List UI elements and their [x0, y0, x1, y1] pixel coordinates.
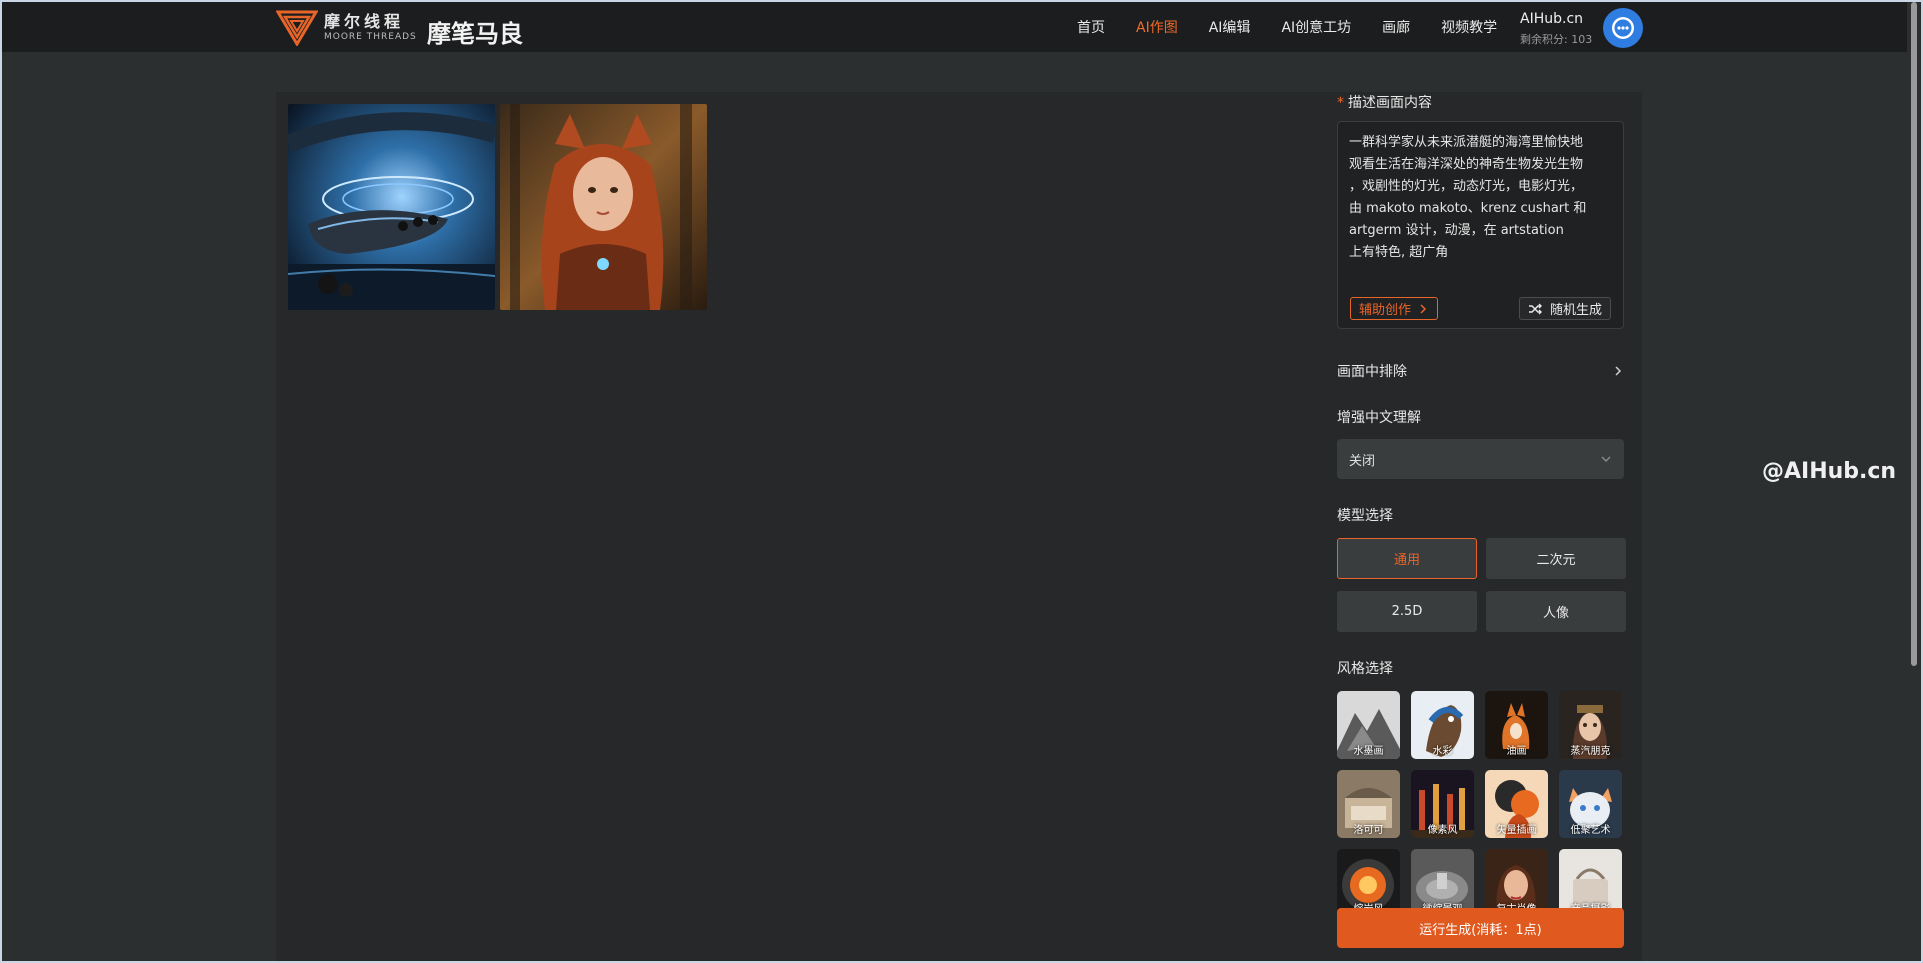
style-label-steampunk: 蒸汽朋克 [1570, 746, 1611, 757]
shuffle-icon [1528, 303, 1542, 314]
style-lava[interactable]: 熔岩风 [1337, 849, 1400, 911]
model-section: 模型选择 通用 二次元 2.5D 人像 [1337, 505, 1626, 632]
style-ink-painting[interactable]: 水墨画 [1337, 691, 1400, 759]
style-scroll-area[interactable]: 水墨画 水彩 油画 蒸汽朋克 洛可可 像素风 矢量插画 低聚艺术 [1337, 691, 1624, 911]
nav-gallery[interactable]: 画廊 [1382, 17, 1410, 37]
result-image-fox-girl[interactable] [500, 104, 707, 310]
nav-ai-edit[interactable]: AI编辑 [1209, 17, 1251, 37]
brand-title: 摩笔马良 [427, 20, 523, 48]
style-label-vector: 矢量插画 [1496, 825, 1537, 836]
style-oil-painting[interactable]: 油画 [1485, 691, 1548, 759]
model-options: 通用 二次元 2.5D 人像 [1337, 538, 1626, 632]
nav-video-tutorial[interactable]: 视频教学 [1441, 17, 1497, 37]
chevron-right-icon [1615, 366, 1622, 376]
random-generate-button[interactable]: 随机生成 [1518, 297, 1611, 320]
result-image-submarine[interactable] [288, 104, 495, 310]
logo-triangle-icon [276, 10, 318, 46]
settings-panel: * 描述画面内容 一群科学家从未来派潜艇的海湾里愉快地 观看生活在海洋深处的神奇生… [1337, 92, 1626, 911]
prompt-textarea[interactable]: 一群科学家从未来派潜艇的海湾里愉快地 观看生活在海洋深处的神奇生物发光生物 ，戏… [1337, 121, 1624, 329]
user-name: AIHub.cn [1520, 11, 1584, 27]
style-label-rococo: 洛可可 [1353, 825, 1384, 836]
style-rococo[interactable]: 洛可可 [1337, 770, 1400, 838]
style-miniature[interactable]: 微缩景观 [1411, 849, 1474, 911]
style-label-oil: 油画 [1506, 746, 1527, 757]
fox-girl-image [500, 104, 707, 310]
logo-en-text: MOORE THREADS [324, 32, 417, 42]
enhance-section: 增强中文理解 关闭 [1337, 407, 1624, 479]
random-generate-label: 随机生成 [1549, 303, 1602, 318]
exclude-row[interactable]: 画面中排除 [1337, 361, 1624, 381]
style-watercolor[interactable]: 水彩 [1411, 691, 1474, 759]
moore-threads-logo[interactable]: 摩尔线程 MOORE THREADS [276, 10, 417, 46]
run-generate-button[interactable]: 运行生成(消耗：1点) [1337, 908, 1624, 948]
style-retro-portrait[interactable]: 复古肖像 [1485, 849, 1548, 911]
style-low-poly[interactable]: 低聚艺术 [1559, 770, 1622, 838]
submarine-image [288, 104, 495, 310]
main-nav: 首页 AI作图 AI编辑 AI创意工坊 画廊 视频教学 [1077, 2, 1528, 52]
logo-cn-text: 摩尔线程 [324, 12, 405, 31]
page-scrollbar-thumb[interactable] [1911, 2, 1917, 666]
style-pixel[interactable]: 像素风 [1411, 770, 1474, 838]
model-2-5d-button[interactable]: 2.5D [1337, 591, 1477, 632]
user-info[interactable]: AIHub.cn 剩余积分: 103 [1520, 10, 1592, 47]
chat-bot-avatar[interactable] [1603, 8, 1643, 48]
model-anime-button[interactable]: 二次元 [1486, 538, 1626, 579]
style-vector[interactable]: 矢量插画 [1485, 770, 1548, 838]
enhance-label: 增强中文理解 [1337, 410, 1421, 426]
style-label-watercolor: 水彩 [1432, 746, 1453, 757]
watermark: @AIHub.cn [1762, 459, 1897, 484]
model-label: 模型选择 [1337, 508, 1393, 524]
prompt-text[interactable]: 一群科学家从未来派潜艇的海湾里愉快地 观看生活在海洋深处的神奇生物发光生物 ，戏… [1349, 132, 1612, 264]
assist-create-label: 辅助创作 [1359, 303, 1412, 318]
style-options: 水墨画 水彩 油画 蒸汽朋克 洛可可 像素风 矢量插画 低聚艺术 [1337, 691, 1624, 911]
prompt-label-text: 描述画面内容 [1348, 95, 1432, 111]
nav-ai-draw[interactable]: AI作图 [1136, 17, 1178, 37]
chat-bubble-icon [1612, 17, 1634, 39]
style-label-pixel: 像素风 [1427, 825, 1458, 836]
exclude-label: 画面中排除 [1337, 364, 1407, 380]
result-gallery [288, 104, 707, 310]
style-label-ink: 水墨画 [1353, 746, 1384, 757]
style-label: 风格选择 [1337, 661, 1393, 677]
prompt-label: * 描述画面内容 [1337, 92, 1624, 112]
user-points: 剩余积分: 103 [1520, 33, 1593, 46]
required-mark: * [1337, 95, 1344, 111]
chevron-down-icon [1601, 456, 1611, 462]
enhance-select[interactable]: 关闭 [1337, 439, 1624, 479]
nav-ai-workshop[interactable]: AI创意工坊 [1281, 17, 1351, 37]
top-bar: 摩尔线程 MOORE THREADS 摩笔马良 首页 AI作图 AI编辑 AI创… [2, 2, 1919, 52]
style-label-low-poly: 低聚艺术 [1570, 825, 1611, 836]
model-portrait-button[interactable]: 人像 [1486, 591, 1626, 632]
style-steampunk[interactable]: 蒸汽朋克 [1559, 691, 1622, 759]
chevron-right-icon [1420, 303, 1427, 314]
style-product-photo[interactable]: 产品摄影 [1559, 849, 1622, 911]
style-section: 风格选择 水墨画 水彩 油画 蒸汽朋克 洛可可 像素风 矢量插画 低聚艺术 [1337, 658, 1624, 911]
nav-home[interactable]: 首页 [1077, 17, 1105, 37]
assist-create-button[interactable]: 辅助创作 [1350, 297, 1439, 320]
model-general-button[interactable]: 通用 [1337, 538, 1477, 579]
enhance-value: 关闭 [1349, 453, 1376, 469]
